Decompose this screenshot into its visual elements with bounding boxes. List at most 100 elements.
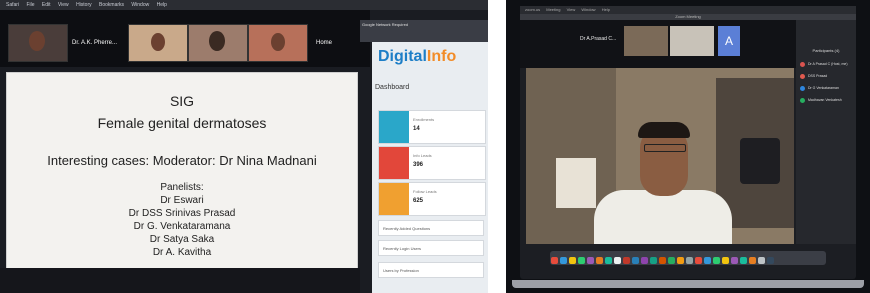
eyeglasses xyxy=(644,144,686,152)
message-icon xyxy=(379,183,409,215)
speaker-hair xyxy=(638,122,690,138)
dock-app-icon[interactable] xyxy=(767,257,774,264)
brand-main: Digital xyxy=(378,48,427,65)
participant-thumbnail[interactable] xyxy=(248,24,308,62)
laptop-screen: zoom.us Meeting View Window Help Zoom Me… xyxy=(520,6,856,279)
speaker-shirt xyxy=(594,190,732,244)
menu-item[interactable]: Bookmarks xyxy=(99,2,124,8)
dock-app-icon[interactable] xyxy=(668,257,675,264)
menu-item[interactable]: zoom.us xyxy=(525,7,540,12)
add-user-icon xyxy=(379,147,409,179)
participant-label: Dr A.Prasad C... xyxy=(580,36,617,42)
participant-row[interactable]: Madhavan Venkatesh xyxy=(800,96,854,104)
participants-panel: Participants (4) Dr A Prasad C (Host, me… xyxy=(796,20,856,244)
menu-item[interactable]: View xyxy=(567,7,576,12)
dock-app-icon[interactable] xyxy=(578,257,585,264)
participant-thumbnail[interactable] xyxy=(670,26,714,56)
menu-item[interactable]: Window xyxy=(131,2,149,8)
stat-label: Info Leads xyxy=(413,153,432,158)
dock-app-icon[interactable] xyxy=(623,257,630,264)
panelist-name: Dr Satya Saka xyxy=(149,234,215,245)
video-thumbnail-strip: Dr. A.K. Pherre... Home xyxy=(0,10,370,67)
dock-app-icon[interactable] xyxy=(659,257,666,264)
dock-app-icon[interactable] xyxy=(587,257,594,264)
menu-item[interactable]: Safari xyxy=(6,2,19,8)
slide-title-line2: Female genital dermatoses xyxy=(97,115,267,131)
participant-thumbnail[interactable] xyxy=(624,26,668,56)
dock-app-icon[interactable] xyxy=(551,257,558,264)
stat-label: Enrollments xyxy=(413,117,435,122)
dock-app-icon[interactable] xyxy=(740,257,747,264)
dock-app-icon[interactable] xyxy=(722,257,729,264)
participant-name: Madhavan Venkatesh xyxy=(808,98,842,102)
panelist-name: Dr G. Venkataramana xyxy=(133,221,231,232)
dock-app-icon[interactable] xyxy=(704,257,711,264)
left-photo: Safari File Edit View History Bookmarks … xyxy=(0,0,488,293)
participant-thumbnail[interactable] xyxy=(8,24,68,62)
dashboard-heading: Dashboard xyxy=(375,84,410,91)
menu-item[interactable]: Edit xyxy=(42,2,51,8)
laptop-base xyxy=(512,280,864,288)
dock-app-icon[interactable] xyxy=(605,257,612,264)
avatar[interactable]: A xyxy=(718,26,740,56)
participant-row[interactable]: Dr A Prasad C (Host, me) xyxy=(800,60,854,68)
nav-row[interactable]: Users by Profession xyxy=(378,262,484,278)
panelist-name: Dr Eswari xyxy=(160,195,204,206)
dock-app-icon[interactable] xyxy=(677,257,684,264)
participants-title: Participants (4) xyxy=(812,48,840,53)
panelist-name: Dr DSS Srinivas Prasad xyxy=(128,208,236,219)
stat-value: 14 xyxy=(413,126,420,132)
menu-item[interactable]: History xyxy=(76,2,92,8)
stat-label: Follow Leads xyxy=(413,189,437,194)
participant-label: Dr. A.K. Pherre... xyxy=(72,40,118,46)
nav-row[interactable]: Recently Added Questions xyxy=(378,220,484,236)
menu-item[interactable]: View xyxy=(58,2,69,8)
stat-card[interactable]: Info Leads 396 xyxy=(378,146,486,180)
active-speaker-video xyxy=(526,68,794,244)
dock-app-icon[interactable] xyxy=(713,257,720,264)
slide-subtitle: Interesting cases: Moderator: Dr Nina Ma… xyxy=(47,153,317,168)
menu-item[interactable]: Help xyxy=(602,7,610,12)
brand-logo: DigitalInfo xyxy=(378,48,456,66)
participant-name: DSS Prasad xyxy=(808,74,828,78)
dock-app-icon[interactable] xyxy=(641,257,648,264)
bottom-bezel xyxy=(0,268,360,293)
slide-title-line1: SIG xyxy=(169,93,195,109)
dock-app-icon[interactable] xyxy=(731,257,738,264)
dock-app-icon[interactable] xyxy=(560,257,567,264)
chat-icon xyxy=(379,111,409,143)
stat-card[interactable]: Follow Leads 625 xyxy=(378,182,486,216)
notification-popup[interactable]: Google Network Required xyxy=(360,20,488,42)
dock-app-icon[interactable] xyxy=(650,257,657,264)
dock-app-icon[interactable] xyxy=(749,257,756,264)
menu-item[interactable]: Window xyxy=(581,7,595,12)
host-label: Home xyxy=(316,40,333,46)
dock-app-icon[interactable] xyxy=(758,257,765,264)
stat-card[interactable]: Enrollments 14 xyxy=(378,110,486,144)
menu-item[interactable]: File xyxy=(26,2,34,8)
stat-value: 396 xyxy=(413,162,424,168)
stat-value: 625 xyxy=(413,198,424,204)
dock-app-icon[interactable] xyxy=(596,257,603,264)
brand-accent: Info xyxy=(426,48,457,65)
dock-app-icon[interactable] xyxy=(686,257,693,264)
participant-thumbnail[interactable] xyxy=(128,24,188,62)
menu-item[interactable]: Help xyxy=(157,2,167,8)
nav-row[interactable]: Recently Login Users xyxy=(378,240,484,256)
dock-app-icon[interactable] xyxy=(695,257,702,264)
dock-app-icon[interactable] xyxy=(614,257,621,264)
dock-app-icon[interactable] xyxy=(632,257,639,264)
menu-item[interactable]: Meeting xyxy=(546,7,560,12)
participant-name: Dr G Venkataraman xyxy=(808,86,839,90)
browser-menubar: Safari File Edit View History Bookmarks … xyxy=(0,0,488,10)
mac-dock xyxy=(550,251,826,265)
participant-name: Dr A Prasad C (Host, me) xyxy=(808,62,848,66)
presentation-slide: SIG Female genital dermatoses Interestin… xyxy=(6,72,358,269)
mac-menubar: zoom.us Meeting View Window Help xyxy=(520,6,856,14)
participant-row[interactable]: Dr G Venkataraman xyxy=(800,84,854,92)
right-photo: zoom.us Meeting View Window Help Zoom Me… xyxy=(506,0,870,293)
participant-row[interactable]: DSS Prasad xyxy=(800,72,854,80)
dock-app-icon[interactable] xyxy=(569,257,576,264)
participant-thumbnail[interactable] xyxy=(188,24,248,62)
panelist-name: Dr A. Kavitha xyxy=(152,247,212,258)
